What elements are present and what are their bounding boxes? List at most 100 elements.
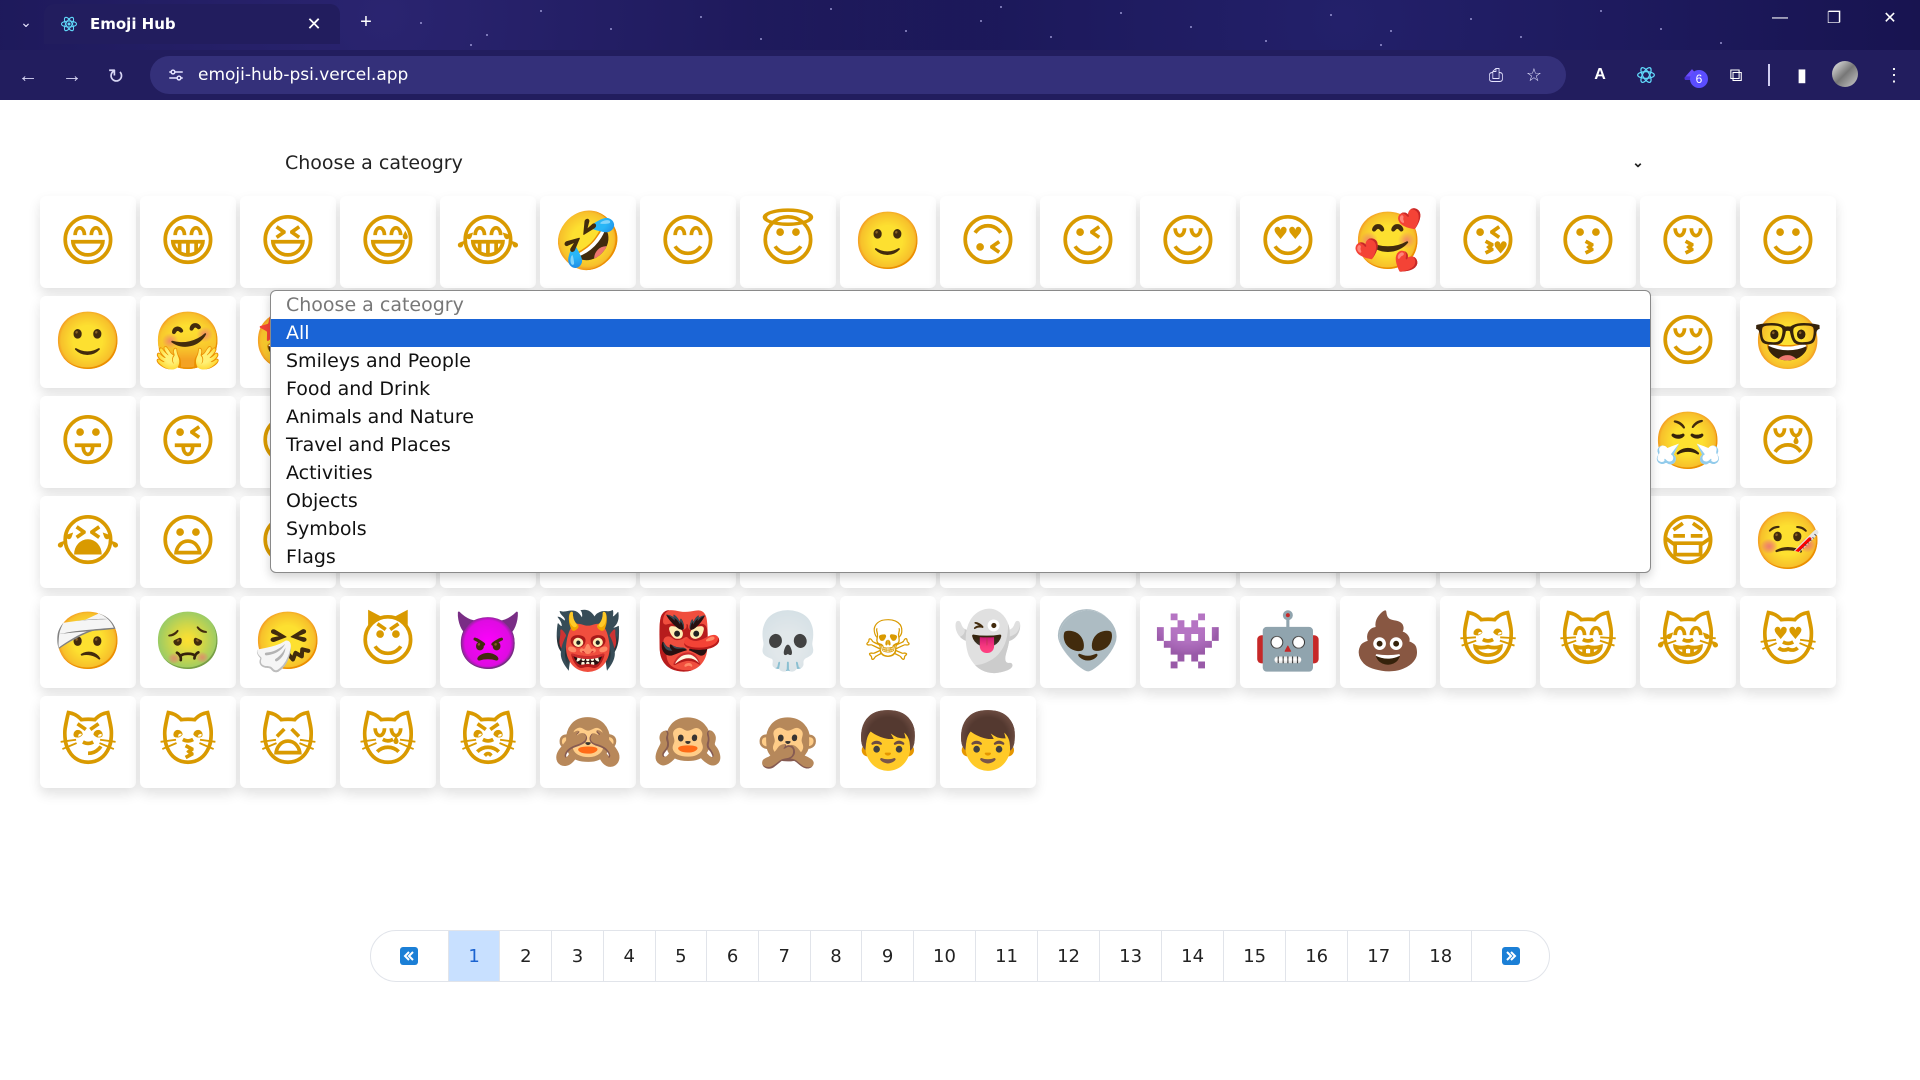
emoji-card[interactable]: 😇 (740, 196, 836, 288)
extensions-puzzle-icon[interactable]: ⧉ (1722, 61, 1750, 89)
browser-tab[interactable]: Emoji Hub ✕ (44, 4, 340, 44)
page-button-12[interactable]: 12 (1038, 931, 1101, 981)
page-button-11[interactable]: 11 (976, 931, 1039, 981)
dropdown-option[interactable]: Objects (271, 487, 1650, 515)
forward-icon[interactable]: → (58, 62, 86, 90)
page-button-6[interactable]: 6 (707, 931, 759, 981)
emoji-card[interactable]: 🙈 (540, 696, 636, 788)
dropdown-option[interactable]: Flags (271, 543, 1650, 571)
emoji-card[interactable]: 😢 (1740, 396, 1836, 488)
emoji-card[interactable]: 😌 (1140, 196, 1236, 288)
emoji-card[interactable]: 😺 (1440, 596, 1536, 688)
emoji-card[interactable]: 👺 (640, 596, 736, 688)
profile-avatar[interactable] (1832, 61, 1858, 87)
emoji-card[interactable]: 👻 (940, 596, 1036, 688)
emoji-card[interactable]: 💩 (1340, 596, 1436, 688)
emoji-card[interactable]: ☠ (840, 596, 936, 688)
emoji-card[interactable]: 👦 (840, 696, 936, 788)
dropdown-option[interactable]: All (271, 319, 1650, 347)
dropdown-option[interactable]: Smileys and People (271, 347, 1650, 375)
page-button-2[interactable]: 2 (500, 931, 553, 981)
page-button-3[interactable]: 3 (552, 931, 604, 981)
react-devtools-icon[interactable] (1632, 61, 1660, 89)
emoji-card[interactable]: 😍 (1240, 196, 1336, 288)
emoji-card[interactable]: 🤖 (1240, 596, 1336, 688)
page-button-9[interactable]: 9 (862, 931, 914, 981)
emoji-card[interactable]: 😆 (240, 196, 336, 288)
emoji-card[interactable]: 👽 (1040, 596, 1136, 688)
emoji-card[interactable]: 😁 (140, 196, 236, 288)
address-bar[interactable]: emoji-hub-psi.vercel.app ⎙ ☆ (150, 56, 1566, 94)
page-button-8[interactable]: 8 (811, 931, 863, 981)
page-button-5[interactable]: 5 (656, 931, 708, 981)
close-window-icon[interactable]: ✕ (1862, 0, 1918, 36)
emoji-card[interactable]: 🤕 (40, 596, 136, 688)
dropdown-option[interactable]: Food and Drink (271, 375, 1650, 403)
emoji-card[interactable]: 😛 (40, 396, 136, 488)
bookmark-star-icon[interactable]: ☆ (1522, 63, 1546, 87)
category-select[interactable]: Choose a cateogry (285, 152, 463, 174)
emoji-card[interactable]: 😷 (1640, 496, 1736, 588)
page-button-14[interactable]: 14 (1162, 931, 1225, 981)
emoji-card[interactable]: 😸 (1540, 596, 1636, 688)
emoji-card[interactable]: 👾 (1140, 596, 1236, 688)
minimize-icon[interactable]: — (1752, 0, 1808, 36)
emoji-card[interactable]: 👦 (940, 696, 1036, 788)
emoji-card[interactable]: 🙀 (240, 696, 336, 788)
first-page-button[interactable] (371, 931, 449, 981)
maximize-icon[interactable]: ❐ (1806, 0, 1862, 36)
site-info-icon[interactable] (164, 63, 188, 87)
emoji-card[interactable]: 🤗 (140, 296, 236, 388)
emoji-card[interactable]: 🙊 (740, 696, 836, 788)
side-panel-icon[interactable]: ▮ (1788, 61, 1816, 89)
emoji-card[interactable]: 😊 (640, 196, 736, 288)
emoji-card[interactable]: 😌 (1640, 296, 1736, 388)
emoji-card[interactable]: 😿 (340, 696, 436, 788)
dropdown-option[interactable]: Symbols (271, 515, 1650, 543)
emoji-card[interactable]: 🤣 (540, 196, 636, 288)
emoji-card[interactable]: 🤒 (1740, 496, 1836, 588)
emoji-card[interactable]: 😗 (1540, 196, 1636, 288)
emoji-card[interactable]: 😽 (140, 696, 236, 788)
category-dropdown-list[interactable]: Choose a cateogry All Smileys and People Fo… (270, 290, 1651, 573)
page-button-7[interactable]: 7 (759, 931, 811, 981)
tab-close-icon[interactable]: ✕ (302, 12, 326, 36)
emoji-card[interactable]: 🙂 (40, 296, 136, 388)
emoji-card[interactable]: 💀 (740, 596, 836, 688)
emoji-card[interactable]: 😻 (1740, 596, 1836, 688)
emoji-card[interactable]: 😉 (1040, 196, 1136, 288)
emoji-card[interactable]: 😭 (40, 496, 136, 588)
emoji-card[interactable]: 😼 (40, 696, 136, 788)
page-button-13[interactable]: 13 (1100, 931, 1163, 981)
emoji-card[interactable]: 🙂 (840, 196, 936, 288)
emoji-card[interactable]: 🥰 (1340, 196, 1436, 288)
emoji-card[interactable]: 😚 (1640, 196, 1736, 288)
emoji-card[interactable]: 😈 (340, 596, 436, 688)
emoji-card[interactable]: 👹 (540, 596, 636, 688)
emoji-card[interactable]: 😂 (440, 196, 536, 288)
last-page-button[interactable] (1472, 931, 1549, 981)
emoji-card[interactable]: 😾 (440, 696, 536, 788)
emoji-card[interactable]: 🤧 (240, 596, 336, 688)
page-button-16[interactable]: 16 (1286, 931, 1349, 981)
chevron-down-icon[interactable]: ⌄ (1628, 152, 1648, 172)
back-icon[interactable]: ← (14, 62, 42, 90)
page-button-17[interactable]: 17 (1348, 931, 1411, 981)
emoji-card[interactable]: 🤓 (1740, 296, 1836, 388)
emoji-card[interactable]: ☺ (1740, 196, 1836, 288)
reload-icon[interactable]: ↻ (102, 62, 130, 90)
page-button-4[interactable]: 4 (604, 931, 656, 981)
new-tab-icon[interactable]: + (354, 10, 378, 34)
dropdown-option[interactable]: Travel and Places (271, 431, 1650, 459)
tab-search-icon[interactable]: ⌄ (14, 10, 38, 34)
page-button-15[interactable]: 15 (1224, 931, 1287, 981)
emoji-card[interactable]: 😦 (140, 496, 236, 588)
extension-a-icon[interactable]: A (1586, 61, 1614, 89)
dropdown-option[interactable]: Animals and Nature (271, 403, 1650, 431)
page-button-10[interactable]: 10 (914, 931, 976, 981)
page-button-18[interactable]: 18 (1410, 931, 1473, 981)
emoji-card[interactable]: 🤢 (140, 596, 236, 688)
page-button-1[interactable]: 1 (448, 931, 501, 981)
menu-kebab-icon[interactable]: ⋮ (1880, 61, 1908, 89)
dropdown-option[interactable]: Activities (271, 459, 1650, 487)
